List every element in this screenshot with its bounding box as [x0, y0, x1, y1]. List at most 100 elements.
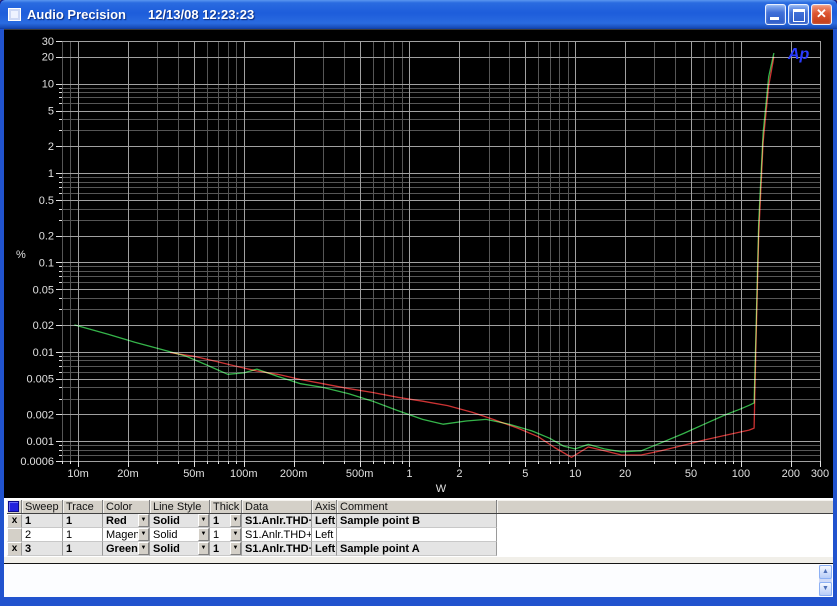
y-tick-label: 0.005 [26, 374, 54, 386]
column-header-color[interactable]: Color [103, 500, 150, 513]
trace-cell[interactable]: 1 [63, 514, 103, 528]
y-tick-label: 10 [42, 79, 54, 91]
scroll-up-icon[interactable]: ▲ [819, 565, 832, 579]
y-tick-label: 20 [42, 52, 54, 64]
thick-value: 1 [210, 514, 230, 527]
column-header-line-style[interactable]: Line Style [150, 500, 210, 513]
axis-cell[interactable]: Left [312, 528, 337, 542]
visible-checkbox[interactable]: x [7, 542, 22, 556]
thick-dropdown-icon[interactable]: ▼ [230, 542, 241, 555]
line-style-dropdown-icon[interactable]: ▼ [198, 514, 209, 527]
scroll-down-icon[interactable]: ▼ [819, 582, 832, 596]
color-dropdown-icon[interactable]: ▼ [138, 528, 149, 541]
close-button[interactable]: ✕ [811, 4, 832, 25]
thd-vs-power-plot[interactable]: 10m20m50m100m200m500m1251020501002003003… [4, 30, 833, 499]
app-icon [8, 8, 21, 21]
color-dropdown-icon[interactable]: ▼ [138, 542, 149, 555]
maximize-button[interactable] [788, 4, 809, 25]
window-title: Audio Precision [27, 7, 126, 22]
y-tick-label: 0.0006 [20, 456, 54, 468]
x-tick-label: 200m [280, 468, 308, 480]
vertical-scrollbar[interactable]: ▲ ▼ [819, 565, 832, 596]
sweep-cell[interactable]: 2 [22, 528, 63, 542]
trace-cell[interactable]: 1 [63, 528, 103, 542]
thick-dropdown-icon[interactable]: ▼ [230, 528, 241, 541]
trace-green [74, 53, 774, 452]
selector-square[interactable] [8, 501, 19, 512]
thick-cell[interactable]: 1▼ [210, 528, 242, 542]
data-cell[interactable]: S1.Anlr.THD+N R: [242, 542, 312, 556]
table-row-sweep2: 2 1 Magen▼ Solid▼ 1▼ S1.Anlr.THD+N R Lef… [7, 528, 497, 542]
line-style-value: Solid [150, 542, 198, 555]
color-cell[interactable]: Magen▼ [103, 528, 150, 542]
y-tick-label: 0.05 [33, 284, 54, 296]
selector-header-cell[interactable] [7, 500, 22, 513]
comment-cell[interactable]: Sample point B [337, 514, 497, 528]
line-style-dropdown-icon[interactable]: ▼ [198, 528, 209, 541]
table-header-row: Sweep Trace Color Line Style Thick Data … [7, 499, 833, 514]
axis-cell[interactable]: Left [312, 514, 337, 528]
x-tick-label: 300 [811, 468, 829, 480]
y-tick-label: 0.02 [33, 320, 54, 332]
x-tick-label: 50 [685, 468, 697, 480]
thick-value: 1 [210, 542, 230, 555]
trace-red [170, 57, 774, 458]
color-dropdown-icon[interactable]: ▼ [138, 514, 149, 527]
audio-precision-window: Audio Precision 12/13/08 12:23:23 ✕ 10m 2… [0, 0, 837, 606]
color-value: Magen [103, 528, 138, 541]
y-tick-label: 0.1 [39, 257, 54, 269]
column-header-filler [497, 500, 833, 513]
axis-ticks [56, 42, 821, 468]
table-row-sweep1: x 1 1 Red▼ Solid▼ 1▼ S1.Anlr.THD+N R: Le… [7, 514, 497, 528]
y-tick-label: 0.2 [39, 231, 54, 243]
data-cell[interactable]: S1.Anlr.THD+N R [242, 528, 312, 542]
line-style-cell[interactable]: Solid▼ [150, 514, 210, 528]
color-cell[interactable]: Green▼ [103, 542, 150, 556]
line-style-cell[interactable]: Solid▼ [150, 542, 210, 556]
y-tick-label: 1 [48, 168, 54, 180]
column-header-sweep[interactable]: Sweep [22, 500, 63, 513]
thick-cell[interactable]: 1▼ [210, 542, 242, 556]
data-cell[interactable]: S1.Anlr.THD+N R: [242, 514, 312, 528]
sweep-cell[interactable]: 1 [22, 514, 63, 528]
x-tick-label: 100 [732, 468, 750, 480]
x-tick-label: 200 [782, 468, 800, 480]
y-axis-unit-label: % [16, 249, 26, 261]
x-axis-unit-label: W [436, 483, 447, 495]
sweep-cell[interactable]: 3 [22, 542, 63, 556]
line-style-cell[interactable]: Solid▼ [150, 528, 210, 542]
minimize-button[interactable] [765, 4, 786, 25]
y-tick-label: 0.5 [39, 195, 54, 207]
column-header-trace[interactable]: Trace [63, 500, 103, 513]
x-tick-label: 100m [230, 468, 258, 480]
thick-dropdown-icon[interactable]: ▼ [230, 514, 241, 527]
column-header-data[interactable]: Data [242, 500, 312, 513]
line-style-value: Solid [150, 514, 198, 527]
axis-cell[interactable]: Left [312, 542, 337, 556]
comment-cell[interactable] [337, 528, 497, 542]
visible-checkbox[interactable] [7, 528, 22, 542]
column-header-comment[interactable]: Comment [337, 500, 497, 513]
x-tick-label: 10m [67, 468, 88, 480]
title-bar[interactable]: Audio Precision 12/13/08 12:23:23 ✕ [0, 0, 837, 29]
x-tick-label: 50m [183, 468, 204, 480]
x-tick-label: 2 [456, 468, 462, 480]
grid-minor [62, 41, 820, 461]
visible-checkbox[interactable]: x [7, 514, 22, 528]
y-tick-label: 0.001 [26, 436, 54, 448]
bottom-panel: ▲ ▼ [4, 564, 833, 597]
trace-cell[interactable]: 1 [63, 542, 103, 556]
thick-cell[interactable]: 1▼ [210, 514, 242, 528]
column-header-axis[interactable]: Axis [312, 500, 337, 513]
line-style-dropdown-icon[interactable]: ▼ [198, 542, 209, 555]
comment-cell[interactable]: Sample point A [337, 542, 497, 556]
x-tick-label: 20m [117, 468, 138, 480]
y-tick-label: 30 [42, 36, 54, 48]
tick-labels: 10m20m50m100m200m500m1251020501002003003… [16, 36, 829, 495]
y-tick-label: 0.002 [26, 409, 54, 421]
color-cell[interactable]: Red▼ [103, 514, 150, 528]
x-tick-label: 20 [619, 468, 631, 480]
thick-value: 1 [210, 528, 230, 541]
column-header-thick[interactable]: Thick [210, 500, 242, 513]
graph-panel[interactable]: 10m20m50m100m200m500m1251020501002003003… [4, 29, 833, 498]
